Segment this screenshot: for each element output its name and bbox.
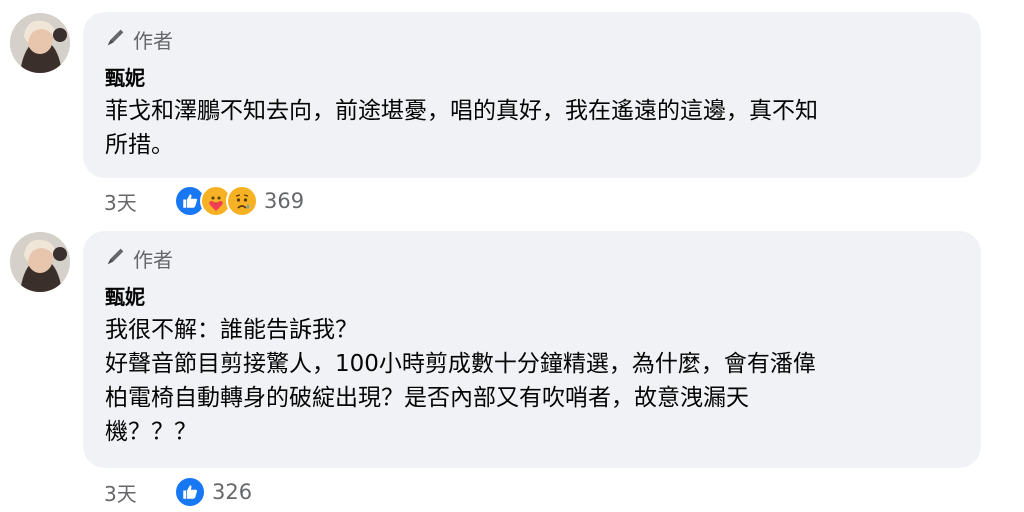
timestamp[interactable]: 3天 (104, 478, 174, 507)
comment-line: 柏電椅自動轉身的破綻出現？是否內部又有吹哨者，故意洩漏天 (105, 385, 749, 411)
comment-line: 我很不解：誰能告訴我？ (105, 317, 358, 343)
author-badge-label: 作者 (133, 247, 173, 272)
comment-text: 我很不解：誰能告訴我？ 好聲音節目剪接驚人，100小時剪成數十分鐘精選，為什麼，… (105, 313, 965, 449)
reaction-count[interactable]: 326 (212, 480, 252, 504)
comment-line: 機？？？ (105, 419, 197, 445)
commenter-name[interactable]: 甄妮 (105, 281, 145, 310)
comment-line: 好聲音節目剪接驚人，100小時剪成數十分鐘精選，為什麼，會有潘偉 (105, 351, 816, 377)
reaction-icons[interactable] (174, 476, 206, 508)
like-icon (174, 476, 206, 508)
comment-2: 作者 甄妮 我很不解：誰能告訴我？ 好聲音節目剪接驚人，100小時剪成數十分鐘精… (0, 0, 1024, 512)
pen-icon (105, 245, 127, 272)
avatar[interactable] (10, 232, 70, 292)
comment-meta: 3天 326 (104, 476, 252, 508)
comment-bubble: 作者 甄妮 我很不解：誰能告訴我？ 好聲音節目剪接驚人，100小時剪成數十分鐘精… (83, 231, 981, 468)
author-badge: 作者 (105, 244, 173, 272)
